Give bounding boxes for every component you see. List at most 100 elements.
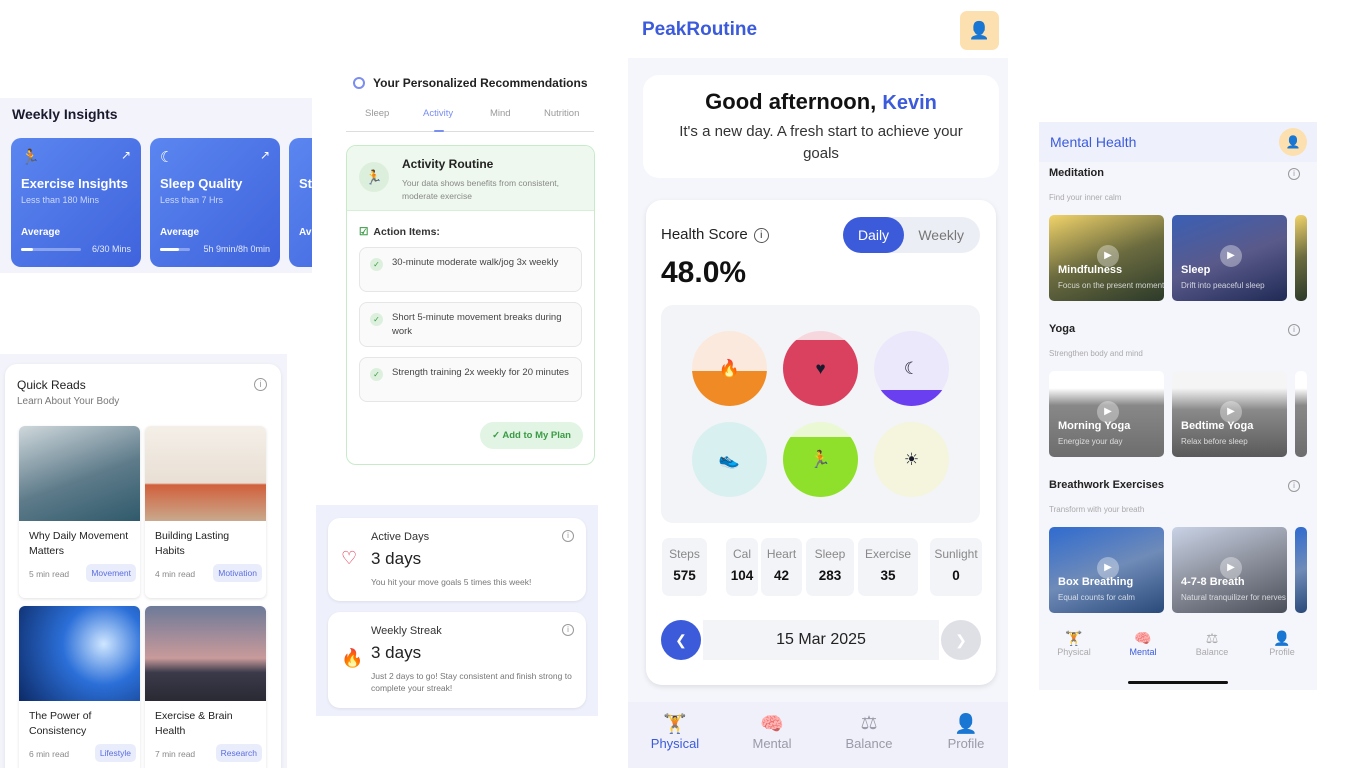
weekly-toggle[interactable]: Weekly <box>918 217 964 253</box>
article-tag[interactable]: Research <box>215 744 262 762</box>
tab-profile[interactable]: 👤 Profile <box>926 712 1006 751</box>
metric-value: 42 <box>773 568 790 583</box>
video-card-partial[interactable] <box>1295 215 1307 301</box>
metric-value: 35 <box>880 568 896 583</box>
exercise-insights-card[interactable]: 🏃 ↗ Exercise Insights Less than 180 Mins… <box>11 138 141 267</box>
peakroutine-app: PeakRoutine 👤 Good afternoon, Kevin It's… <box>628 0 1008 768</box>
metric-sleep: Sleep 283 <box>806 538 854 596</box>
video-card[interactable]: ▶ 4-7-8 Breath Natural tranquilizer for ne… <box>1172 527 1287 613</box>
video-card[interactable]: ▶ Box Breathing Equal counts for calm <box>1049 527 1164 613</box>
tab-physical[interactable]: 🏋 Physical <box>1039 630 1109 657</box>
read-card[interactable]: The Power of Consistency 6 min read Life… <box>19 606 140 768</box>
tab-physical[interactable]: 🏋 Physical <box>635 712 715 751</box>
tab-mental[interactable]: 🧠 Mental <box>732 712 812 751</box>
sleep-quality-card[interactable]: ☾ ↗ Sleep Quality Less than 7 Hrs Averag… <box>150 138 280 267</box>
info-icon[interactable]: i <box>562 530 574 542</box>
moon-icon: ☾ <box>160 149 174 166</box>
moon-metric-circle[interactable]: ☾ <box>874 331 949 406</box>
read-time: 5 min read <box>29 569 70 579</box>
read-card[interactable]: Exercise & Brain Health 7 min read Resea… <box>145 606 266 768</box>
info-icon[interactable]: i <box>1288 168 1300 180</box>
action-item[interactable]: ✓ Short 5-minute movement breaks during w… <box>359 302 582 347</box>
tab-profile[interactable]: 👤 Profile <box>1247 630 1317 657</box>
article-tag[interactable]: Motivation <box>213 564 262 582</box>
info-icon[interactable]: i <box>1288 324 1300 336</box>
article-title: The Power of Consistency <box>29 710 92 737</box>
stat-description: Just 2 days to go! Stay consistent and f… <box>371 671 572 693</box>
tab-mental[interactable]: 🧠 Mental <box>1108 630 1178 657</box>
article-tag[interactable]: Movement <box>86 564 136 582</box>
tab-nutrition[interactable]: Nutrition <box>544 108 579 119</box>
active-days-card[interactable]: ♡ Active Days 3 days You hit your move g… <box>328 518 586 601</box>
card-level: Average <box>160 227 200 238</box>
video-card[interactable]: ▶ Bedtime Yoga Relax before sleep <box>1172 371 1287 457</box>
video-card[interactable]: ▶ Mindfulness Focus on the present moment <box>1049 215 1164 301</box>
metric-cal: Cal 104 <box>726 538 758 596</box>
action-item[interactable]: ✓ Strength training 2x weekly for 20 minu… <box>359 357 582 402</box>
add-to-plan-button[interactable]: ✓ Add to My Plan <box>480 422 583 449</box>
article-tag[interactable]: Lifestyle <box>94 744 136 762</box>
info-icon[interactable]: i <box>753 228 769 243</box>
user-name: Kevin <box>882 92 937 114</box>
metric-heart: Heart 42 <box>761 538 802 596</box>
dumbbell-icon: 🏋 <box>1065 630 1083 646</box>
tab-mind[interactable]: Mind <box>490 108 511 119</box>
action-item[interactable]: ✓ 30-minute moderate walk/jog 3x weekly <box>359 247 582 292</box>
info-icon[interactable]: i <box>254 378 267 391</box>
chevron-left-icon: ❮ <box>675 632 687 648</box>
metric-label: Exercise <box>864 547 911 561</box>
flame-icon: 🔥 <box>718 359 741 378</box>
read-card[interactable]: Building Lasting Habits 4 min read Motiv… <box>145 426 266 598</box>
run-metric-circle[interactable]: 🏃 <box>783 422 858 497</box>
period-toggle[interactable]: Daily Weekly <box>843 217 980 253</box>
info-icon[interactable]: i <box>1288 480 1300 492</box>
card-value: 5h 9min/8h 0min <box>203 244 270 254</box>
daily-toggle[interactable]: Daily <box>843 217 904 253</box>
video-subtitle: Drift into peaceful sleep <box>1181 281 1265 290</box>
video-card-partial[interactable] <box>1295 527 1307 613</box>
mental-health-screen: Mental Health 👤 Meditation i Find your inn… <box>1039 122 1317 690</box>
weekly-streak-card[interactable]: 🔥 Weekly Streak 3 days Just 2 days to go… <box>328 612 586 708</box>
video-card[interactable]: ▶ Sleep Drift into peaceful sleep <box>1172 215 1287 301</box>
video-card-partial[interactable] <box>1295 371 1307 457</box>
greeting: Good afternoon, Kevin <box>705 89 937 114</box>
play-icon: ▶ <box>1220 245 1242 267</box>
ring-icon <box>353 77 365 89</box>
tab-balance[interactable]: ⚖ Balance <box>1177 630 1247 657</box>
progress-bar <box>160 248 190 251</box>
prev-date-button[interactable]: ❮ <box>661 620 701 660</box>
heart-metric-circle[interactable]: ♥ <box>783 331 858 406</box>
section-title: Meditation <box>1049 167 1104 179</box>
bottom-tabbar: 🏋 Physical 🧠 Mental ⚖ Balance 👤 Profile <box>628 702 1008 768</box>
read-time: 4 min read <box>155 569 196 579</box>
video-subtitle: Focus on the present moment <box>1058 281 1164 290</box>
check-circle-icon: ✓ <box>492 430 503 441</box>
brain-icon: 🧠 <box>1134 630 1152 646</box>
profile-avatar-button[interactable]: 👤 <box>1279 128 1307 156</box>
card-subtitle: Less than 180 Mins <box>21 195 100 205</box>
metric-value: 0 <box>952 568 960 583</box>
read-card[interactable]: Why Daily Movement Matters 5 min read Mo… <box>19 426 140 598</box>
flame-metric-circle[interactable]: 🔥 <box>692 331 767 406</box>
card-title: Sleep Quality <box>160 176 243 191</box>
checklist-icon: ☑ <box>359 226 369 238</box>
metric-label: Heart <box>766 547 797 561</box>
tab-sleep[interactable]: Sleep <box>365 108 389 119</box>
sun-metric-circle[interactable]: ☀ <box>874 422 949 497</box>
tab-activity[interactable]: Activity <box>423 108 453 119</box>
video-card[interactable]: ▶ Morning Yoga Energize your day <box>1049 371 1164 457</box>
activity-routine-card: 🏃 Activity Routine Your data shows benef… <box>346 145 595 465</box>
info-icon[interactable]: i <box>562 624 574 636</box>
metric-label: Sleep <box>814 547 846 561</box>
next-date-button[interactable]: ❯ <box>941 620 981 660</box>
profile-avatar-button[interactable]: 👤 <box>960 11 999 50</box>
tab-balance[interactable]: ⚖ Balance <box>829 712 909 751</box>
stat-label: Weekly Streak <box>371 625 442 637</box>
metric-sunlight: Sunlight 0 <box>930 538 982 596</box>
stress-card-partial[interactable]: St Av <box>289 138 312 267</box>
article-image <box>19 426 140 521</box>
shoe-metric-circle[interactable]: 👟 <box>692 422 767 497</box>
recommendation-tabs: Sleep Activity Mind Nutrition <box>346 108 594 132</box>
weekly-insights-title: Weekly Insights <box>12 106 118 122</box>
dumbbell-icon: 🏋 <box>663 714 687 735</box>
